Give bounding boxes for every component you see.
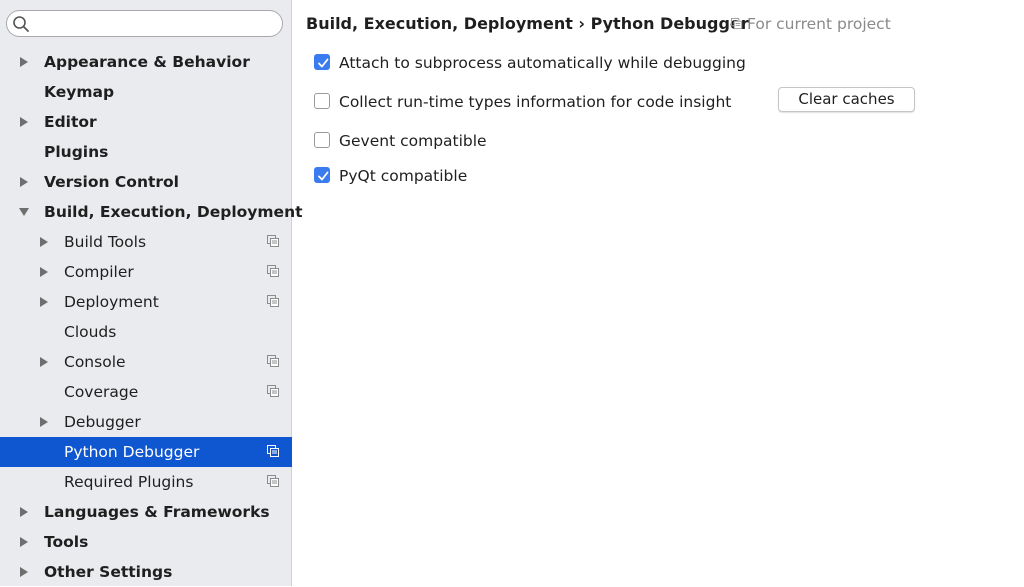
- settings-sidebar: Appearance & Behavior Keymap Editor Plug…: [0, 0, 303, 587]
- expand-arrow-icon[interactable]: [19, 167, 31, 197]
- option-label: Attach to subprocess automatically while…: [339, 54, 746, 72]
- expand-arrow-icon[interactable]: [39, 287, 51, 317]
- sidebar-item-label: Languages & Frameworks: [44, 503, 270, 521]
- collect-runtime-types-checkbox[interactable]: [314, 93, 330, 109]
- sidebar-item-label: Appearance & Behavior: [44, 53, 250, 71]
- sidebar-item-label: Build, Execution, Deployment: [44, 203, 303, 221]
- sidebar-item-python-debugger[interactable]: Python Debugger: [0, 437, 292, 467]
- sidebar-item-label: Console: [64, 353, 126, 371]
- search-icon: [13, 16, 29, 32]
- attach-subprocess-checkbox[interactable]: [314, 54, 330, 70]
- sidebar-item-deployment[interactable]: Deployment: [0, 287, 292, 317]
- expand-arrow-icon[interactable]: [19, 557, 31, 587]
- project-scope-icon: [267, 235, 279, 247]
- sidebar-item-build-tools[interactable]: Build Tools: [0, 227, 292, 257]
- checkmark-icon: [318, 171, 329, 181]
- expand-arrow-icon[interactable]: [19, 47, 31, 77]
- sidebar-item-compiler[interactable]: Compiler: [0, 257, 292, 287]
- sidebar-item-label: Compiler: [64, 263, 134, 281]
- project-scope-icon: [267, 295, 279, 307]
- sidebar-item-keymap[interactable]: Keymap: [0, 77, 292, 107]
- gevent-compatible-checkbox[interactable]: [314, 132, 330, 148]
- sidebar-item-editor[interactable]: Editor: [0, 107, 292, 137]
- sidebar-item-label: Coverage: [64, 383, 139, 401]
- sidebar-item-label: Keymap: [44, 83, 115, 101]
- sidebar-item-plugins[interactable]: Plugins: [0, 137, 292, 167]
- sidebar-item-label: Editor: [44, 113, 97, 131]
- project-scope-icon: [267, 475, 279, 487]
- settings-tree: Appearance & Behavior Keymap Editor Plug…: [0, 47, 303, 587]
- sidebar-item-label: Clouds: [64, 323, 117, 341]
- sidebar-item-other-settings[interactable]: Other Settings: [0, 557, 292, 587]
- sidebar-item-label: Plugins: [44, 143, 109, 161]
- expand-arrow-icon[interactable]: [19, 497, 31, 527]
- sidebar-item-console[interactable]: Console: [0, 347, 292, 377]
- sidebar-item-clouds[interactable]: Clouds: [0, 317, 292, 347]
- expand-arrow-icon[interactable]: [39, 257, 51, 287]
- project-scope-icon: [267, 355, 279, 367]
- expand-arrow-icon[interactable]: [39, 347, 51, 377]
- sidebar-item-label: Deployment: [64, 293, 159, 311]
- expand-arrow-icon[interactable]: [19, 527, 31, 557]
- search-field[interactable]: [6, 10, 283, 37]
- expand-arrow-icon[interactable]: [19, 107, 31, 137]
- project-scope-icon: [267, 445, 279, 457]
- clear-caches-button[interactable]: Clear caches: [778, 87, 915, 112]
- project-scope-icon: [731, 18, 743, 30]
- sidebar-item-appearance-behavior[interactable]: Appearance & Behavior: [0, 47, 292, 77]
- sidebar-item-label: Other Settings: [44, 563, 173, 581]
- sidebar-item-debugger[interactable]: Debugger: [0, 407, 292, 437]
- sidebar-item-label: Build Tools: [64, 233, 147, 251]
- sidebar-item-label: Tools: [44, 533, 89, 551]
- project-scope-icon: [267, 265, 279, 277]
- sidebar-item-version-control[interactable]: Version Control: [0, 167, 292, 197]
- pyqt-compatible-checkbox[interactable]: [314, 167, 330, 183]
- sidebar-item-label: Version Control: [44, 173, 179, 191]
- scope-label: For current project: [747, 15, 891, 33]
- breadcrumb: Build, Execution, Deployment › Python De…: [306, 14, 749, 33]
- expand-arrow-icon[interactable]: [39, 227, 51, 257]
- expand-arrow-icon[interactable]: [39, 407, 51, 437]
- sidebar-item-languages-frameworks[interactable]: Languages & Frameworks: [0, 497, 292, 527]
- sidebar-item-build-execution-deployment[interactable]: Build, Execution, Deployment: [0, 197, 303, 227]
- option-label: Gevent compatible: [339, 132, 487, 150]
- sidebar-item-label: Python Debugger: [64, 443, 200, 461]
- checkmark-icon: [318, 58, 329, 68]
- sidebar-item-coverage[interactable]: Coverage: [0, 377, 292, 407]
- sidebar-item-tools[interactable]: Tools: [0, 527, 292, 557]
- option-label: Collect run-time types information for c…: [339, 93, 732, 111]
- collapse-arrow-icon[interactable]: [19, 197, 31, 227]
- sidebar-item-label: Debugger: [64, 413, 141, 431]
- project-scope-icon: [267, 385, 279, 397]
- sidebar-item-label: Required Plugins: [64, 473, 194, 491]
- search-input[interactable]: [33, 14, 277, 36]
- sidebar-item-required-plugins[interactable]: Required Plugins: [0, 467, 292, 497]
- option-label: PyQt compatible: [339, 167, 468, 185]
